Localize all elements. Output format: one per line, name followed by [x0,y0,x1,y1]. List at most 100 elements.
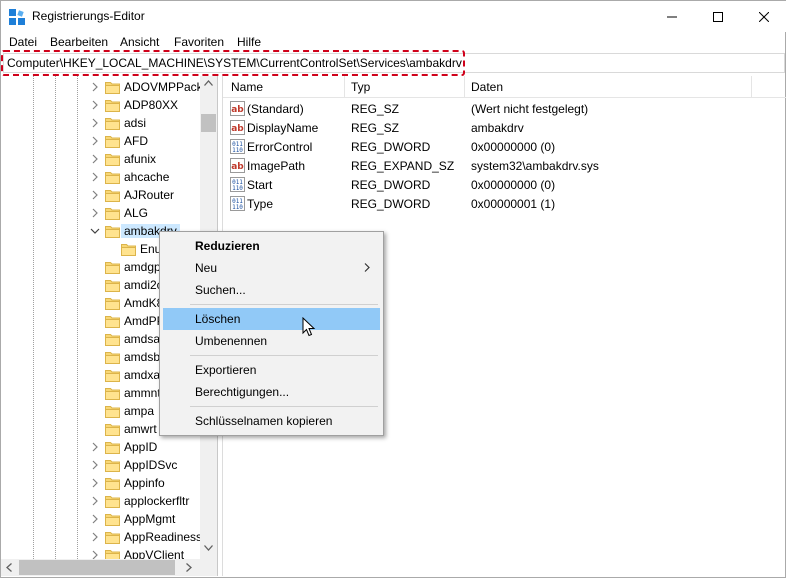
ctx-delete[interactable]: Löschen [163,308,380,330]
tree-item[interactable]: AppIDSvc [1,456,200,474]
value-type: REG_DWORD [351,178,431,192]
folder-icon [105,172,120,184]
chevron-right-icon[interactable] [90,136,100,146]
column-data[interactable]: Daten [471,80,503,94]
value-name: ImagePath [247,159,306,173]
column-separator[interactable] [751,76,752,98]
tree-item[interactable]: Appinfo [1,474,200,492]
menu-datei[interactable]: Datei [9,35,37,49]
value-row[interactable]: ab (Standard) REG_SZ (Wert nicht festgelegt… [223,99,786,118]
column-separator[interactable] [344,76,345,98]
ctx-export[interactable]: Exportieren [163,359,380,381]
title-bar[interactable]: Registrierungs-Editor [1,1,786,32]
folder-icon [105,82,120,94]
scroll-left-icon[interactable] [6,563,12,572]
svg-text:110: 110 [232,185,243,192]
value-data: (Wert nicht festgelegt) [471,102,589,116]
value-data: system32\ambakdrv.sys [471,159,599,173]
chevron-right-icon[interactable] [90,190,100,200]
tree-item[interactable]: afunix [1,150,200,168]
chevron-right-icon[interactable] [90,172,100,182]
value-type: REG_DWORD [351,140,431,154]
tree-item[interactable]: applockerfltr [1,492,200,510]
chevron-right-icon[interactable] [90,496,100,506]
tree-item-label: AppMgmt [124,512,176,526]
chevron-right-icon[interactable] [90,82,100,92]
ctx-collapse-label: Reduzieren [195,239,260,253]
value-row[interactable]: ab ImagePath REG_EXPAND_SZ system32\ambakdr… [223,156,786,175]
tree-item[interactable]: AFD [1,132,200,150]
maximize-button[interactable] [695,1,741,32]
ctx-permissions[interactable]: Berechtigungen... [163,381,380,403]
value-row[interactable]: 011 110 Type REG_DWORD 0x00000001 (1) [223,194,786,213]
value-data: 0x00000000 (0) [471,140,556,154]
tree-item[interactable]: ADP80XX [1,96,200,114]
binary-value-icon: 011110 [230,139,245,154]
scroll-up-icon[interactable] [204,80,213,86]
tree-scroll-thumb[interactable] [201,114,216,132]
ctx-new[interactable]: Neu [163,257,380,279]
tree-item[interactable]: adsi [1,114,200,132]
column-separator[interactable] [464,76,465,98]
tree-item[interactable]: ALG [1,204,200,222]
column-type[interactable]: Typ [351,80,370,94]
folder-icon [105,262,120,274]
tree-horizontal-scrollbar[interactable] [1,559,217,576]
tree-item[interactable]: ahcache [1,168,200,186]
scroll-right-icon[interactable] [186,563,192,572]
tree-item-label: AFD [124,134,148,148]
tree-hscroll-thumb[interactable] [19,560,175,575]
tree-item[interactable]: AppVClient [1,546,200,559]
column-name[interactable]: Name [231,80,263,94]
tree-item[interactable]: AppMgmt [1,510,200,528]
folder-icon [105,334,120,346]
tree-item-label: afunix [124,152,157,166]
tree-item[interactable]: AJRouter [1,186,200,204]
string-value-icon: ab [230,158,245,173]
folder-icon [105,532,120,544]
value-row[interactable]: ab DisplayName REG_SZ ambakdrv [223,118,786,137]
value-name: DisplayName [247,121,319,135]
minimize-button[interactable] [649,1,695,32]
tree-item-label: Appinfo [124,476,165,490]
menu-ansicht[interactable]: Ansicht [120,35,159,49]
chevron-right-icon[interactable] [90,532,100,542]
menu-hilfe[interactable]: Hilfe [237,35,261,49]
address-highlight-annotation [1,50,465,76]
chevron-right-icon[interactable] [90,460,100,470]
value-name: ErrorControl [247,140,313,154]
submenu-arrow-icon [364,263,370,272]
tree-item[interactable]: AppReadiness [1,528,203,546]
chevron-down-icon[interactable] [90,226,100,236]
chevron-right-icon[interactable] [90,442,100,452]
tree-item[interactable]: AppID [1,438,200,456]
chevron-right-icon[interactable] [90,118,100,128]
registry-editor-window: Registrierungs-Editor Datei Bearbeiten A… [0,0,786,578]
chevron-right-icon[interactable] [90,100,100,110]
value-row[interactable]: 011 110 Start REG_DWORD 0x00000000 (0) [223,175,786,194]
value-row[interactable]: 011 110 ErrorControl REG_DWORD 0x00000000 (0… [223,137,786,156]
value-name: Start [247,178,273,192]
menu-bearbeiten[interactable]: Bearbeiten [50,35,108,49]
string-value-icon: ab [230,101,245,116]
chevron-right-icon[interactable] [90,154,100,164]
chevron-right-icon[interactable] [90,478,100,488]
ctx-copy-key-name-label: Schlüsselnamen kopieren [195,414,333,428]
tree-item-label: AppReadiness [124,530,203,544]
ctx-rename[interactable]: Umbenennen [163,330,380,352]
chevron-right-icon[interactable] [90,514,100,524]
tree-item-label: ampa [124,404,155,418]
chevron-right-icon[interactable] [90,550,100,559]
chevron-right-icon[interactable] [90,208,100,218]
menu-favoriten[interactable]: Favoriten [174,35,224,49]
folder-icon [105,514,120,526]
close-button[interactable] [741,1,786,32]
folder-icon [105,136,120,148]
scroll-down-icon[interactable] [204,545,213,551]
ctx-export-label: Exportieren [195,363,257,377]
ctx-find[interactable]: Suchen... [163,279,380,301]
tree-item[interactable]: ADOVMPPack [1,78,203,96]
ctx-collapse[interactable]: Reduzieren [163,235,380,257]
ctx-copy-key-name[interactable]: Schlüsselnamen kopieren [163,410,380,432]
ctx-rename-label: Umbenennen [195,334,268,348]
